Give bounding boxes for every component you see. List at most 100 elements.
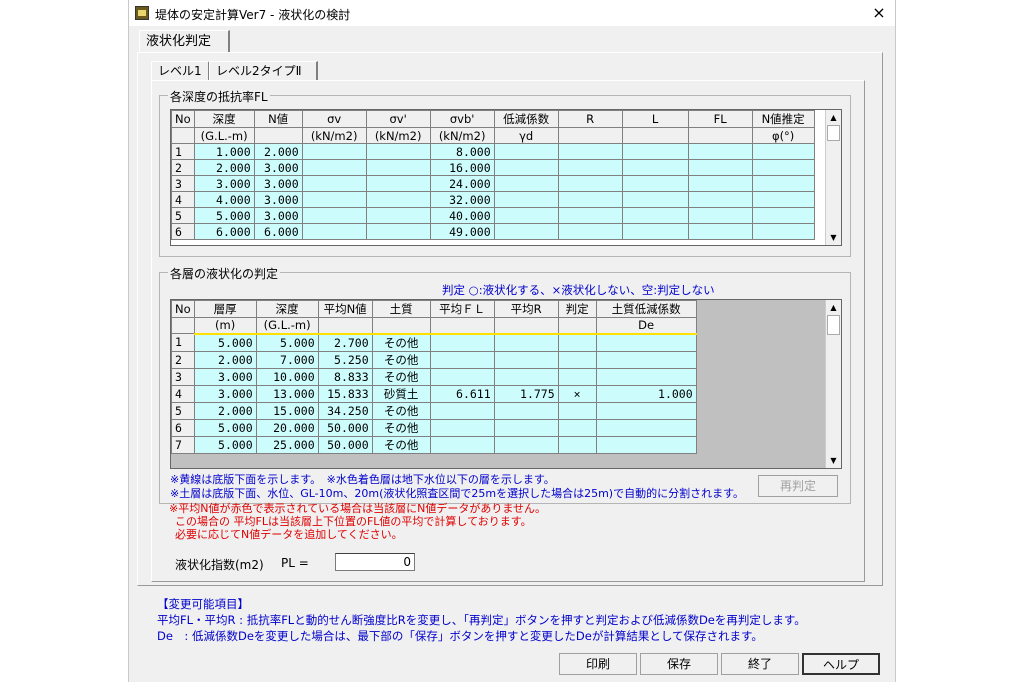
value-cell[interactable]: [557, 223, 623, 240]
scroll-up-icon[interactable]: ▲: [826, 110, 841, 125]
avg-fl-cell[interactable]: 6.611: [429, 384, 495, 403]
value-cell[interactable]: [493, 191, 559, 208]
depth-cell[interactable]: 6.000: [193, 223, 255, 240]
soil-type-cell[interactable]: その他: [371, 367, 431, 386]
sigma-cell[interactable]: [301, 191, 367, 208]
scroll-down-icon[interactable]: ▼: [826, 230, 841, 245]
thickness-cell[interactable]: 2.000: [193, 401, 257, 420]
thickness-cell[interactable]: 3.000: [193, 367, 257, 386]
avg-fl-cell[interactable]: [429, 350, 495, 369]
depth-cell[interactable]: 5.000: [255, 332, 319, 352]
fl-header-cell[interactable]: σv': [365, 110, 431, 128]
liquefaction-header-cell[interactable]: 深度: [255, 300, 319, 318]
scroll-thumb[interactable]: [827, 315, 840, 335]
depth-cell[interactable]: 20.000: [255, 418, 319, 437]
value-cell[interactable]: [621, 175, 689, 192]
value-cell[interactable]: [557, 175, 623, 192]
de-cell[interactable]: 1.000: [595, 384, 697, 403]
fl-header-cell[interactable]: σvb': [429, 110, 495, 128]
sigma-cell[interactable]: [365, 207, 431, 224]
avg-r-cell[interactable]: 1.775: [493, 384, 559, 403]
judge-cell[interactable]: [557, 418, 597, 437]
table-row[interactable]: 1 5.000 5.000 2.700 その他: [171, 332, 697, 352]
avg-n-cell[interactable]: 50.000: [317, 418, 373, 437]
liquefaction-header-cell[interactable]: 土質低減係数: [595, 300, 697, 318]
fl-header-cell[interactable]: 低減係数: [493, 110, 559, 128]
n-value-cell[interactable]: 2.000: [253, 143, 303, 160]
fl-header-cell[interactable]: [253, 127, 303, 144]
table-row[interactable]: 5 5.000 3.000 40.000: [171, 207, 815, 224]
liquefaction-header-cell[interactable]: 平均ＦＬ: [429, 300, 495, 318]
fl-header-cell[interactable]: FL: [687, 110, 753, 128]
sigma-cell[interactable]: [365, 223, 431, 240]
n-value-cell[interactable]: 3.000: [253, 175, 303, 192]
avg-n-cell[interactable]: 50.000: [317, 435, 373, 454]
fl-header-cell[interactable]: [557, 127, 623, 144]
soil-type-cell[interactable]: その他: [371, 350, 431, 369]
soil-type-cell[interactable]: その他: [371, 435, 431, 454]
sigma-vb-cell[interactable]: 8.000: [429, 143, 495, 160]
avg-r-cell[interactable]: [493, 367, 559, 386]
judge-cell[interactable]: [557, 332, 597, 352]
soil-type-cell[interactable]: その他: [371, 332, 431, 352]
table-row[interactable]: 6 6.000 6.000 49.000: [171, 223, 815, 240]
value-cell[interactable]: [751, 159, 815, 176]
soil-type-cell[interactable]: その他: [371, 418, 431, 437]
liquefaction-header-cell[interactable]: 土質: [371, 300, 431, 318]
exit-button[interactable]: 終了: [721, 653, 799, 675]
de-cell[interactable]: [595, 418, 697, 437]
liquefaction-header-cell[interactable]: No: [171, 300, 195, 318]
depth-cell[interactable]: 3.000: [193, 175, 255, 192]
print-button[interactable]: 印刷: [559, 653, 637, 675]
sigma-vb-cell[interactable]: 16.000: [429, 159, 495, 176]
avg-fl-cell[interactable]: [429, 367, 495, 386]
thickness-cell[interactable]: 2.000: [193, 350, 257, 369]
fl-header-cell[interactable]: 深度: [193, 110, 255, 128]
value-cell[interactable]: [751, 143, 815, 160]
value-cell[interactable]: [751, 175, 815, 192]
fl-header-cell[interactable]: L: [621, 110, 689, 128]
n-value-cell[interactable]: 3.000: [253, 159, 303, 176]
value-cell[interactable]: [621, 207, 689, 224]
depth-cell[interactable]: 10.000: [255, 367, 319, 386]
sigma-vb-cell[interactable]: 49.000: [429, 223, 495, 240]
value-cell[interactable]: [621, 143, 689, 160]
table-row[interactable]: 4 4.000 3.000 32.000: [171, 191, 815, 208]
value-cell[interactable]: [751, 191, 815, 208]
judge-cell[interactable]: ×: [557, 384, 597, 403]
n-value-cell[interactable]: 3.000: [253, 207, 303, 224]
value-cell[interactable]: [621, 159, 689, 176]
table-row[interactable]: 2 2.000 7.000 5.250 その他: [171, 350, 697, 369]
n-value-cell[interactable]: 3.000: [253, 191, 303, 208]
sigma-cell[interactable]: [365, 143, 431, 160]
avg-fl-cell[interactable]: [429, 332, 495, 352]
liquefaction-header-cell[interactable]: (G.L.-m): [255, 317, 319, 334]
liquefaction-header-cell[interactable]: [493, 317, 559, 334]
fl-header-cell[interactable]: [621, 127, 689, 144]
pl-value-field[interactable]: 0: [335, 553, 415, 571]
avg-r-cell[interactable]: [493, 332, 559, 352]
rejudge-button[interactable]: 再判定: [758, 475, 838, 497]
liquefaction-header-cell[interactable]: [171, 317, 195, 334]
fl-header-cell[interactable]: σv: [301, 110, 367, 128]
avg-n-cell[interactable]: 8.833: [317, 367, 373, 386]
value-cell[interactable]: [687, 191, 753, 208]
liquefaction-scrollbar[interactable]: ▲ ▼: [825, 300, 841, 468]
thickness-cell[interactable]: 5.000: [193, 435, 257, 454]
help-button[interactable]: ヘルプ: [802, 653, 880, 675]
value-cell[interactable]: [557, 143, 623, 160]
liquefaction-header-cell[interactable]: [371, 317, 431, 334]
liquefaction-header-cell[interactable]: (m): [193, 317, 257, 334]
liquefaction-header-cell[interactable]: 判定: [557, 300, 597, 318]
value-cell[interactable]: [557, 191, 623, 208]
avg-n-cell[interactable]: 2.700: [317, 332, 373, 352]
table-row[interactable]: 4 3.000 13.000 15.833 砂質土 6.611 1.775 × 1.000: [171, 384, 697, 403]
avg-fl-cell[interactable]: [429, 418, 495, 437]
fl-header-cell[interactable]: (G.L.-m): [193, 127, 255, 144]
sigma-cell[interactable]: [365, 191, 431, 208]
depth-cell[interactable]: 25.000: [255, 435, 319, 454]
scroll-down-icon[interactable]: ▼: [826, 453, 841, 468]
avg-r-cell[interactable]: [493, 401, 559, 420]
sigma-cell[interactable]: [301, 223, 367, 240]
sigma-cell[interactable]: [365, 159, 431, 176]
